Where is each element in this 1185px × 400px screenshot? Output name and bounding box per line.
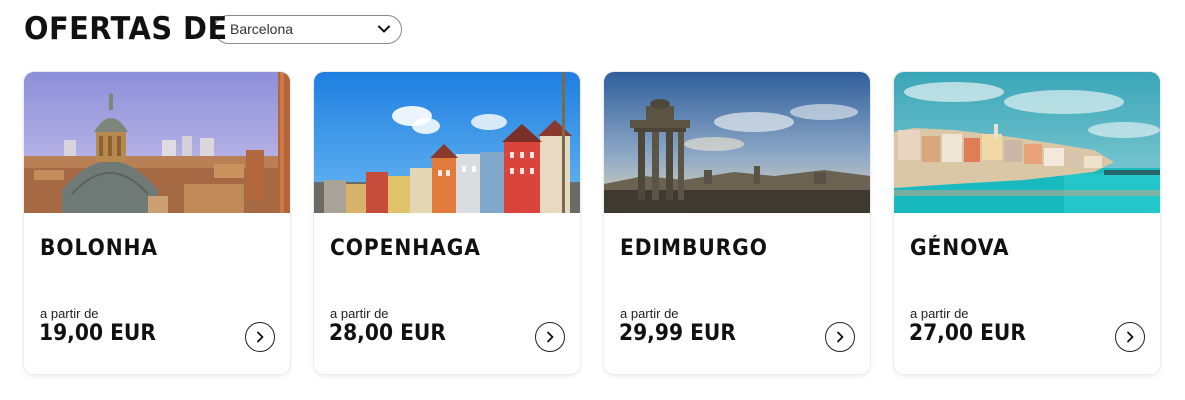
offer-card-edimburgo[interactable]: EDIMBURGO a partir de 29,99 EUR	[604, 72, 870, 374]
offer-price: 19,00 EUR	[39, 321, 156, 346]
origin-city-value: Barcelona	[230, 21, 294, 37]
offer-card-bolonha[interactable]: BOLONHA a partir de 19,00 EUR	[24, 72, 290, 374]
offer-city: BOLONHA	[40, 236, 159, 261]
chevron-down-icon	[378, 25, 390, 33]
view-offer-button[interactable]	[245, 322, 275, 352]
offer-from-label: a partir de	[330, 306, 389, 321]
offer-card-genova[interactable]: GÉNOVA a partir de 27,00 EUR	[894, 72, 1160, 374]
view-offer-button[interactable]	[1115, 322, 1145, 352]
page-title: OFERTAS DE	[24, 11, 228, 47]
offer-from-label: a partir de	[910, 306, 969, 321]
offer-price: 28,00 EUR	[329, 321, 446, 346]
offers-list: BOLONHA a partir de 19,00 EUR COPENHAGA …	[24, 72, 1160, 374]
edinburgh-monument-photo	[604, 72, 870, 213]
offer-city: COPENHAGA	[330, 236, 481, 261]
copenhagen-nyhavn-photo	[314, 72, 580, 213]
offer-price: 29,99 EUR	[619, 321, 736, 346]
offer-from-label: a partir de	[40, 306, 99, 321]
bologna-skyline-photo	[24, 72, 290, 213]
offer-card-copenhaga[interactable]: COPENHAGA a partir de 28,00 EUR	[314, 72, 580, 374]
chevron-right-icon	[547, 331, 554, 343]
chevron-right-icon	[1127, 331, 1134, 343]
offer-from-label: a partir de	[620, 306, 679, 321]
offer-city: EDIMBURGO	[620, 236, 768, 261]
offer-price: 27,00 EUR	[909, 321, 1026, 346]
offers-header: OFERTAS DE Barcelona	[24, 12, 402, 46]
offer-city: GÉNOVA	[910, 236, 1010, 261]
chevron-right-icon	[837, 331, 844, 343]
chevron-right-icon	[257, 331, 264, 343]
view-offer-button[interactable]	[825, 322, 855, 352]
genoa-coast-photo	[894, 72, 1160, 213]
view-offer-button[interactable]	[535, 322, 565, 352]
origin-city-select[interactable]: Barcelona	[214, 14, 402, 44]
